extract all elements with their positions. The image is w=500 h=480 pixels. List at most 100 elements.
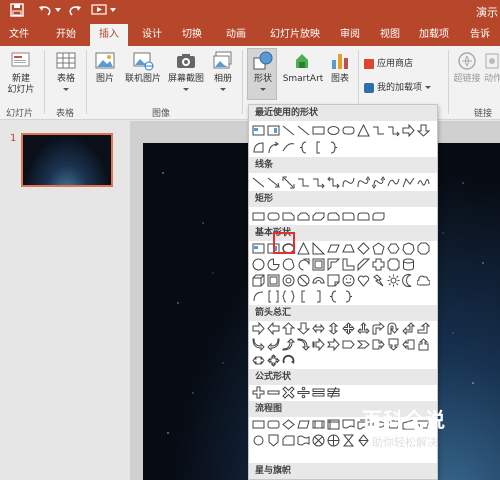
tab-view[interactable]: 视图 xyxy=(374,24,406,46)
sun-shape-icon[interactable] xyxy=(387,274,400,287)
triangle-shape-icon[interactable] xyxy=(297,242,310,255)
right-bracket-shape-icon[interactable] xyxy=(312,290,325,303)
tell-me-box[interactable]: 告诉 xyxy=(470,24,490,46)
diamond-shape-icon[interactable] xyxy=(357,242,370,255)
flowchart-data-shape-icon[interactable] xyxy=(297,418,310,431)
curved-arrow-connector-shape-icon[interactable] xyxy=(357,176,370,189)
can-shape-icon[interactable] xyxy=(402,258,415,271)
tab-addins[interactable]: 加载项 xyxy=(414,24,454,46)
plus-shape-icon[interactable] xyxy=(252,386,265,399)
save-icon[interactable] xyxy=(8,3,26,21)
flowchart-card-shape-icon[interactable] xyxy=(282,434,295,447)
folded-corner-shape-icon[interactable] xyxy=(327,274,340,287)
down-arrow-shape-icon[interactable] xyxy=(417,124,430,137)
quad-arrow-shape-icon[interactable] xyxy=(342,322,355,335)
trapezoid-shape-icon[interactable] xyxy=(342,242,355,255)
smartart-button[interactable]: SmartArt xyxy=(281,50,325,85)
curved-left-arrow-shape-icon[interactable] xyxy=(267,338,280,351)
flowchart-alternate-process-shape-icon[interactable] xyxy=(267,418,280,431)
round-diagonal-rectangle-shape-icon[interactable] xyxy=(372,210,385,223)
elbow-connector-shape-icon[interactable] xyxy=(372,124,385,137)
up-down-arrow-shape-icon[interactable] xyxy=(327,322,340,335)
triangle-shape-icon[interactable] xyxy=(357,124,370,137)
curved-double-arrow-connector-shape-icon[interactable] xyxy=(372,176,385,189)
minus-shape-icon[interactable] xyxy=(267,386,280,399)
flowchart-punched-tape-shape-icon[interactable] xyxy=(297,434,310,447)
my-addins-button[interactable]: 我的加载项 xyxy=(364,80,431,93)
moon-shape-icon[interactable] xyxy=(402,274,415,287)
right-brace-shape-icon[interactable] xyxy=(327,141,340,154)
double-arrow-line-shape-icon[interactable] xyxy=(282,176,295,189)
left-brace-shape-icon[interactable] xyxy=(327,290,340,303)
cloud-shape-icon[interactable] xyxy=(417,274,430,287)
diagonal-stripe-shape-icon[interactable] xyxy=(357,258,370,271)
oval-shape-icon[interactable] xyxy=(327,124,340,137)
bent-arrow-shape-icon[interactable] xyxy=(372,322,385,335)
plaque-shape-icon[interactable] xyxy=(387,258,400,271)
new-slide-button[interactable]: 新建 幻灯片 xyxy=(4,50,38,96)
up-arrow-shape-icon[interactable] xyxy=(282,322,295,335)
chevron-shape-icon[interactable] xyxy=(357,338,370,351)
right-brace-shape-icon[interactable] xyxy=(342,290,355,303)
right-triangle-shape-icon[interactable] xyxy=(312,242,325,255)
arrow-line-shape-icon[interactable] xyxy=(267,176,280,189)
quad-arrow-callout-shape-icon[interactable] xyxy=(267,354,280,367)
curved-down-arrow-shape-icon[interactable] xyxy=(297,338,310,351)
screenshot-button[interactable]: 屏幕截图 xyxy=(166,50,206,95)
cross-shape-icon[interactable] xyxy=(372,258,385,271)
pentagon-shape-icon[interactable] xyxy=(372,242,385,255)
snip-same-side-rectangle-shape-icon[interactable] xyxy=(297,210,310,223)
down-arrow-shape-icon[interactable] xyxy=(297,322,310,335)
tab-file[interactable]: 文件 xyxy=(6,24,32,46)
elbow-arrow-connector-shape-icon[interactable] xyxy=(312,176,325,189)
flowchart-connector-shape-icon[interactable] xyxy=(252,434,265,447)
curved-connector-shape-icon[interactable] xyxy=(342,176,355,189)
teardrop-shape-icon[interactable] xyxy=(297,258,310,271)
elbow-double-arrow-connector-shape-icon[interactable] xyxy=(327,176,340,189)
octagon-shape-icon[interactable] xyxy=(417,242,430,255)
line-shape-icon[interactable] xyxy=(282,124,295,137)
action-button[interactable]: 动作 xyxy=(484,50,500,85)
scribble-shape-icon[interactable] xyxy=(417,176,430,189)
arc-shape-icon[interactable] xyxy=(252,290,265,303)
left-brace-shape-icon[interactable] xyxy=(297,141,310,154)
flowchart-process-shape-icon[interactable] xyxy=(252,418,265,431)
flowchart-off-page-connector-shape-icon[interactable] xyxy=(267,434,280,447)
bent-up-arrow-shape-icon[interactable] xyxy=(417,322,430,335)
album-button[interactable]: 相册 xyxy=(210,50,236,95)
elbow-connector-shape-icon[interactable] xyxy=(297,176,310,189)
line-shape-icon[interactable] xyxy=(252,176,265,189)
bevel-shape-icon[interactable] xyxy=(267,274,280,287)
round-same-side-rectangle-shape-icon[interactable] xyxy=(357,210,370,223)
shapes-button[interactable]: 形状 xyxy=(249,50,277,95)
l-shape-icon[interactable] xyxy=(342,258,355,271)
round-single-corner-rectangle-shape-icon[interactable] xyxy=(342,210,355,223)
slide-thumbnail[interactable] xyxy=(21,133,113,187)
equal-shape-icon[interactable] xyxy=(312,386,325,399)
hyperlink-button[interactable]: 超链接 xyxy=(452,50,482,85)
cube-shape-icon[interactable] xyxy=(252,274,265,287)
from-beginning-icon[interactable] xyxy=(90,3,108,21)
tab-review[interactable]: 审阅 xyxy=(334,24,366,46)
up-arrow-callout-shape-icon[interactable] xyxy=(417,338,430,351)
half-frame-shape-icon[interactable] xyxy=(327,258,340,271)
hexagon-shape-icon[interactable] xyxy=(387,242,400,255)
chart-button[interactable]: 图表 xyxy=(328,50,352,85)
rounded-rectangle-shape-icon[interactable] xyxy=(267,210,280,223)
right-arrow-callout-shape-icon[interactable] xyxy=(372,338,385,351)
right-arrow-shape-icon[interactable] xyxy=(402,124,415,137)
flowchart-predefined-process-shape-icon[interactable] xyxy=(312,418,325,431)
donut-shape-icon[interactable] xyxy=(282,274,295,287)
qat-customize-icon[interactable] xyxy=(110,8,116,12)
tab-transitions[interactable]: 切换 xyxy=(176,24,208,46)
curve-shape-icon[interactable] xyxy=(387,176,400,189)
flowchart-or-shape-icon[interactable] xyxy=(327,434,340,447)
picture-button[interactable]: 图片 xyxy=(92,50,118,85)
curved-connector-shape-icon[interactable] xyxy=(282,141,295,154)
rectangle-shape-icon[interactable] xyxy=(312,124,325,137)
rounded-rectangle-shape-icon[interactable] xyxy=(342,124,355,137)
snip-corner-rectangle-shape-icon[interactable] xyxy=(282,210,295,223)
snip-diagonal-rectangle-shape-icon[interactable] xyxy=(312,210,325,223)
right-arrow-shape-icon[interactable] xyxy=(252,322,265,335)
left-arrow-shape-icon[interactable] xyxy=(267,322,280,335)
